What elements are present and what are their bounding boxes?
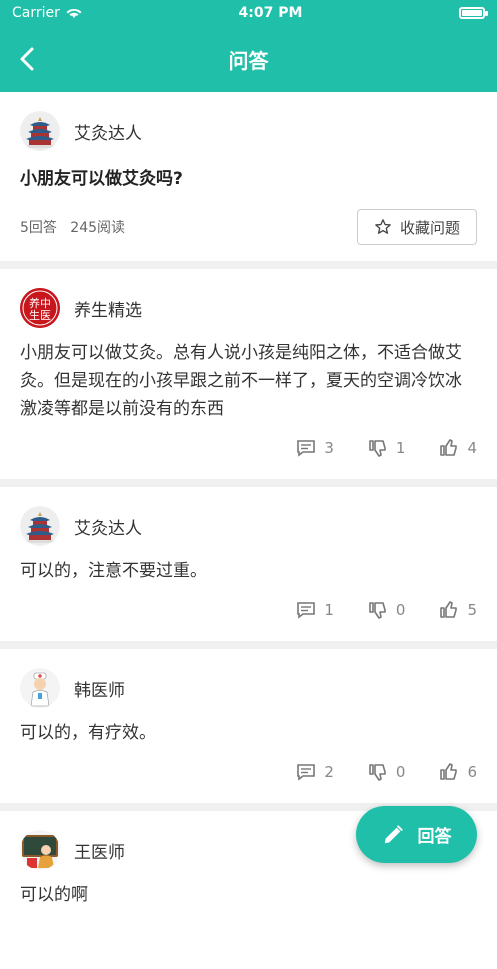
- teacher-icon: [20, 830, 60, 870]
- question-title: 小朋友可以做艾灸吗?: [20, 169, 183, 189]
- svg-text:养中: 养中: [29, 296, 51, 310]
- status-bar: Carrier 4:07 PM: [0, 0, 497, 26]
- dislike-button[interactable]: 1: [368, 438, 406, 458]
- comment-button[interactable]: 3: [296, 438, 334, 458]
- answer-actions: 2 0 6: [20, 747, 477, 803]
- dislike-count: 1: [395, 439, 406, 457]
- thumbs-down-icon: [369, 764, 386, 781]
- dislike-count: 0: [395, 601, 406, 619]
- answer-author[interactable]: 养中 生医 养生精选: [20, 269, 477, 347]
- like-count: 5: [467, 601, 477, 619]
- author-name: 王医师: [74, 842, 125, 863]
- comment-button[interactable]: 1: [296, 600, 334, 620]
- dislike-button[interactable]: 0: [368, 762, 406, 782]
- thumbs-down-icon: [369, 440, 386, 457]
- header: Carrier 4:07 PM 问答: [0, 0, 497, 92]
- temple-icon: [20, 506, 60, 546]
- temple-avatar[interactable]: [20, 506, 60, 546]
- reads-count: 245阅读: [70, 220, 126, 236]
- answer-author[interactable]: 艾灸达人: [20, 487, 477, 565]
- like-count: 6: [467, 763, 477, 781]
- comment-icon: [297, 440, 316, 457]
- seal-avatar[interactable]: 养中 生医: [20, 288, 60, 328]
- collect-label: 收藏问题: [399, 218, 460, 237]
- question-stats: 5回答 245阅读: [20, 217, 125, 237]
- temple-icon: [20, 111, 60, 151]
- answer-card: 艾灸达人 可以的，注意不要过重。 1 0 5: [0, 487, 497, 641]
- thumbs-down-icon: [369, 602, 386, 619]
- comment-icon: [297, 764, 316, 781]
- svg-text:生医: 生医: [29, 308, 51, 322]
- answer-actions: 3 1 4: [20, 423, 477, 479]
- answer-card: 韩医师 可以的，有疗效。 2 0 6: [0, 649, 497, 803]
- answer-text: 小朋友可以做艾灸。总有人说小孩是纯阳之体，不适合做艾灸。但是现在的小孩早跟之前不…: [20, 343, 462, 419]
- pencil-icon: [384, 824, 403, 843]
- comment-count: 2: [324, 763, 334, 781]
- clock: 4:07 PM: [238, 5, 303, 21]
- thumbs-up-icon: [440, 601, 458, 618]
- back-icon[interactable]: [16, 44, 40, 74]
- carrier-label: Carrier: [12, 5, 60, 21]
- author-name: 养生精选: [74, 300, 142, 321]
- thumbs-up-icon: [440, 763, 458, 780]
- doctor-avatar[interactable]: [20, 668, 60, 708]
- comment-count: 3: [324, 439, 334, 457]
- like-button[interactable]: 5: [439, 600, 477, 620]
- answer-actions: 1 0 5: [20, 585, 477, 641]
- answers-count: 5回答: [20, 220, 57, 236]
- wifi-icon: [66, 8, 82, 18]
- author-name: 艾灸达人: [74, 518, 142, 539]
- like-button[interactable]: 4: [439, 438, 477, 458]
- teacher-avatar[interactable]: [20, 830, 60, 870]
- answer-button-label: 回答: [417, 827, 452, 847]
- comment-icon: [297, 602, 316, 619]
- answer-text: 可以的，注意不要过重。: [20, 561, 207, 581]
- star-icon: [375, 219, 391, 234]
- battery-icon: [459, 7, 488, 19]
- answer-text: 可以的啊: [20, 885, 88, 905]
- dislike-count: 0: [395, 763, 406, 781]
- author-name: 艾灸达人: [74, 123, 142, 144]
- answer-text: 可以的，有疗效。: [20, 723, 156, 743]
- answer-author[interactable]: 韩医师: [20, 649, 477, 727]
- temple-avatar[interactable]: [20, 111, 60, 151]
- seal-icon: 养中 生医: [20, 288, 60, 328]
- thumbs-up-icon: [440, 439, 458, 456]
- doctor-icon: [20, 668, 60, 708]
- question-card: 艾灸达人 小朋友可以做艾灸吗? 5回答 245阅读 收藏问题: [0, 92, 497, 261]
- comment-button[interactable]: 2: [296, 762, 334, 782]
- page-title: 问答: [228, 48, 269, 73]
- collect-question-button[interactable]: 收藏问题: [357, 209, 477, 245]
- like-count: 4: [467, 439, 477, 457]
- answer-card: 养中 生医 养生精选 小朋友可以做艾灸。总有人说小孩是纯阳之体，不适合做艾灸。但…: [0, 269, 497, 479]
- dislike-button[interactable]: 0: [368, 600, 406, 620]
- like-button[interactable]: 6: [439, 762, 477, 782]
- nav-bar: 问答: [0, 26, 497, 92]
- question-author[interactable]: 艾灸达人: [20, 92, 477, 170]
- author-name: 韩医师: [74, 680, 125, 701]
- comment-count: 1: [324, 601, 334, 619]
- answer-button[interactable]: 回答: [356, 806, 477, 863]
